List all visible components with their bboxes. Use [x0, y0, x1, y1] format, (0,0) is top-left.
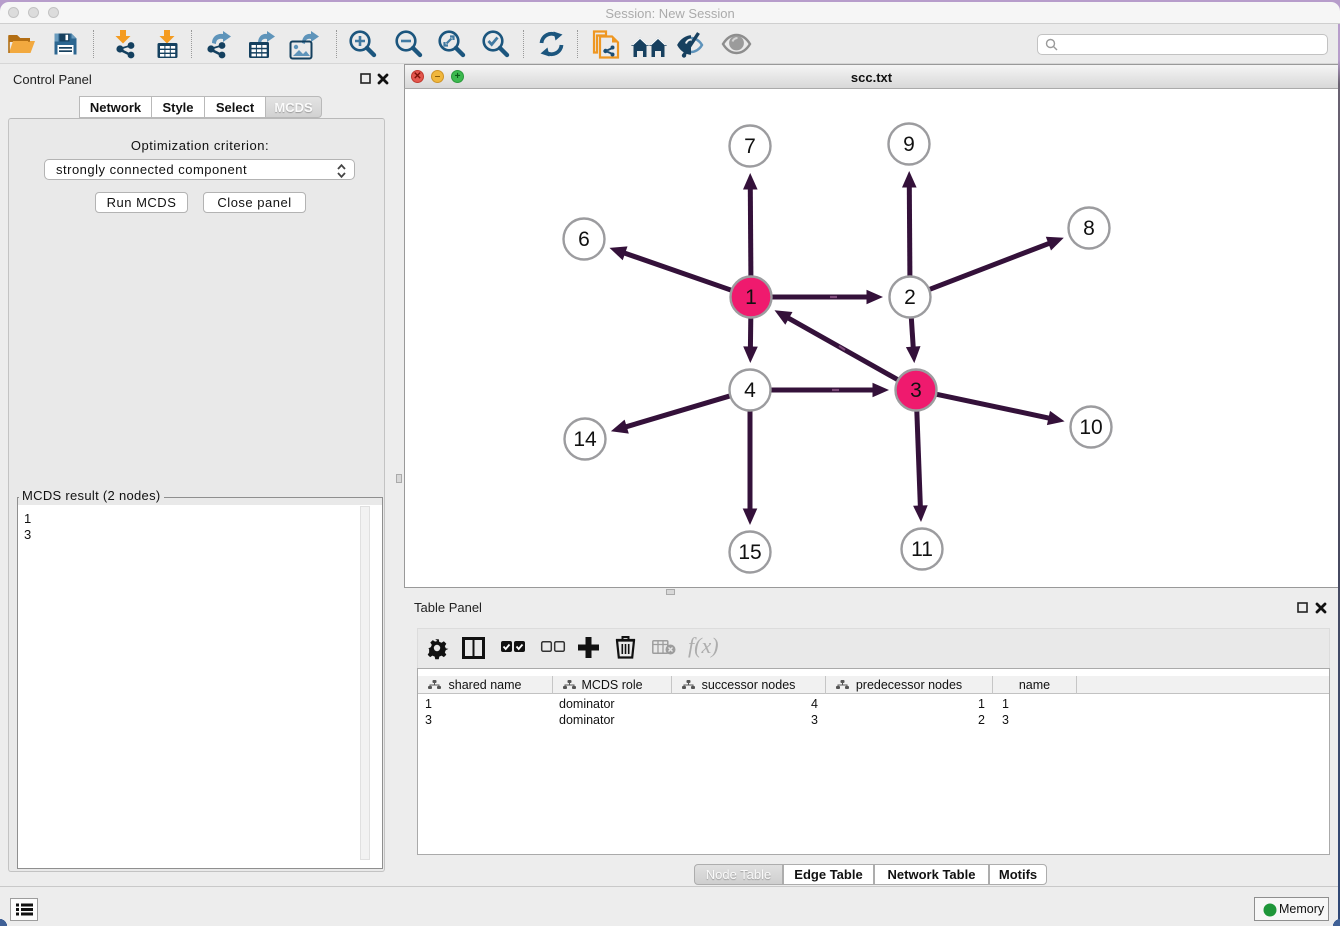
- svg-text:1: 1: [745, 286, 757, 309]
- svg-text:14: 14: [573, 428, 597, 451]
- svg-text:15: 15: [738, 541, 761, 564]
- svg-text:9: 9: [903, 133, 915, 156]
- svg-text:3: 3: [910, 379, 922, 402]
- svg-text:4: 4: [744, 379, 756, 402]
- svg-text:11: 11: [911, 538, 933, 561]
- svg-text:2: 2: [904, 286, 916, 309]
- svg-text:8: 8: [1083, 217, 1095, 240]
- svg-text:10: 10: [1079, 416, 1102, 439]
- svg-text:7: 7: [744, 135, 756, 158]
- svg-text:6: 6: [578, 228, 590, 251]
